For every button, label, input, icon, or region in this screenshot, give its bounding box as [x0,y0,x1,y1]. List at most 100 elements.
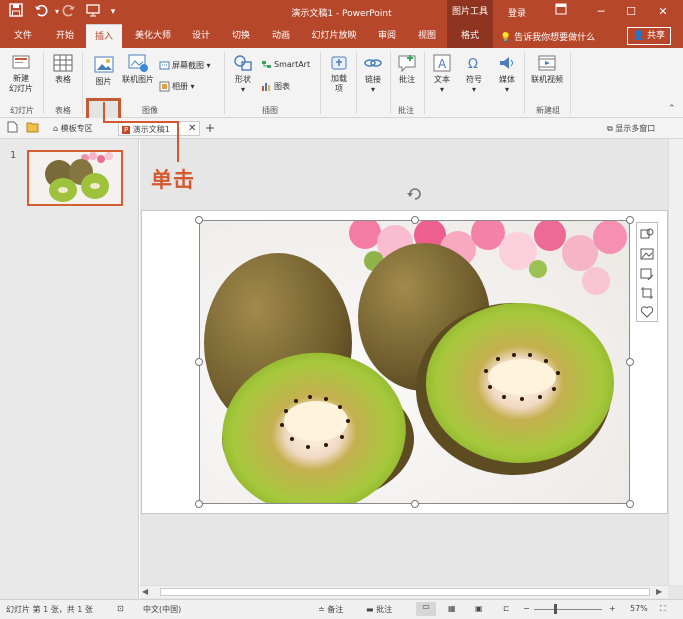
notes-icon: ≐ [318,605,325,614]
table-button[interactable]: 表格 [47,52,79,85]
normal-view-icon[interactable]: ▭ [416,602,436,616]
horizontal-scroll-thumb[interactable] [160,588,650,596]
zoom-level[interactable]: 57% [630,604,648,613]
maximize-icon[interactable]: ☐ [616,0,646,24]
picture-label: 图片 [95,77,112,86]
minimize-icon[interactable]: ─ [586,0,616,24]
media-button[interactable]: 媒体 ▾ [493,52,521,94]
group-divider [320,52,321,114]
group-divider [43,52,44,114]
resize-handle-bottom-right[interactable] [626,500,634,508]
zoom-out-icon[interactable]: − [523,604,530,613]
save-icon[interactable] [7,3,25,21]
resize-handle-left[interactable] [195,358,203,366]
online-video-label: 联机视频 [531,75,563,84]
shapes-button[interactable]: 形状 ▾ [228,52,258,94]
fit-slide-icon[interactable]: ⛶ [660,604,666,614]
heart-icon[interactable] [640,305,654,319]
link-icon [364,59,382,67]
lightbulb-icon: 💡 [500,33,512,43]
screenshot-button[interactable]: 屏幕截图 ▾ [159,59,211,73]
picture-edit-icon[interactable] [640,267,654,281]
vertical-scrollbar[interactable] [668,139,683,585]
layout-options-icon[interactable] [640,227,654,241]
group-label-tables: 表格 [55,106,71,115]
link-button[interactable]: 链接 ▾ [358,52,388,94]
ribbon-display-icon[interactable] [546,0,576,24]
ribbon-tabs: 文件 开始 插入 美化大师 设计 切换 动画 幻灯片放映 审阅 视图 格式 💡 … [0,24,683,48]
group-divider [524,52,525,114]
tab-file[interactable]: 文件 [8,24,38,48]
tab-format[interactable]: 格式 [447,24,493,48]
resize-handle-top-right[interactable] [626,216,634,224]
redo-icon[interactable] [60,3,78,21]
scroll-right-icon[interactable]: ▶ [656,587,662,596]
zoom-slider-thumb[interactable] [554,604,557,614]
group-divider [356,52,357,114]
comment-button[interactable]: 批注 [392,52,422,85]
open-folder-icon[interactable] [26,121,39,136]
multi-window-button[interactable]: ⧉ 显示多窗口 [607,121,655,136]
resize-handle-bottom-left[interactable] [195,500,203,508]
login-link[interactable]: 登录 [508,6,526,19]
picture-button[interactable]: 图片 [89,54,118,87]
template-tab[interactable]: ⌂ 模板专区 [53,121,93,136]
scroll-left-icon[interactable]: ◀ [142,587,148,596]
comments-button[interactable]: ▬ 批注 [366,604,392,615]
speaker-icon [500,57,513,69]
new-slide-button[interactable]: 新建 幻灯片 [4,52,38,94]
reading-view-icon[interactable]: ▣ [475,604,483,613]
tab-design[interactable]: 设计 [186,24,216,48]
notes-button[interactable]: ≐ 备注 [318,604,343,615]
tab-transitions[interactable]: 切换 [226,24,256,48]
rotate-handle-icon[interactable] [406,185,424,203]
resize-handle-top-left[interactable] [195,216,203,224]
album-button[interactable]: 相册 ▾ [159,80,195,94]
smartart-button[interactable]: SmartArt [261,58,310,72]
spellcheck-icon[interactable]: ⊡ [117,604,124,613]
tab-insert[interactable]: 插入 [86,24,122,48]
language-indicator[interactable]: 中文(中国) [143,604,181,615]
present-icon[interactable] [84,3,102,21]
addins-button[interactable]: 加载 项 [324,52,354,94]
status-bar: 幻灯片 第 1 张，共 1 张 ⊡ 中文(中国) ≐ 备注 ▬ 批注 ▭ ▦ ▣… [0,599,683,619]
slide-info: 幻灯片 第 1 张，共 1 张 [6,605,93,614]
shapes-label: 形状 [235,75,251,84]
share-button[interactable]: 👤 共享 [627,27,671,45]
slide-sorter-icon[interactable]: ▦ [448,604,456,613]
picture-styles-icon[interactable] [640,247,654,261]
chart-icon [262,83,270,91]
home-icon: ⌂ [53,124,59,133]
tab-home[interactable]: 开始 [48,24,82,48]
tab-beautify[interactable]: 美化大师 [130,24,176,48]
symbol-button[interactable]: Ω 符号 ▾ [460,52,488,94]
tab-view[interactable]: 视图 [410,24,444,48]
addins-label: 加载 项 [331,74,347,93]
album-label: 相册 [172,82,188,91]
tab-animations[interactable]: 动画 [266,24,296,48]
collapse-ribbon-icon[interactable]: ⌃ [668,104,676,114]
crop-icon[interactable] [640,286,654,300]
resize-handle-right[interactable] [626,358,634,366]
film-icon [538,55,556,71]
tell-me-box[interactable]: 💡 告诉我你想要做什么 [500,30,595,43]
new-file-icon[interactable] [7,121,18,136]
horizontal-scrollbar[interactable]: ◀ ▶ [140,585,668,598]
resize-handle-bottom[interactable] [411,500,419,508]
tab-slideshow[interactable]: 幻灯片放映 [306,24,362,48]
online-video-button[interactable]: 联机视频 [526,52,568,85]
tab-review[interactable]: 审阅 [370,24,404,48]
zoom-in-icon[interactable]: + [609,604,616,613]
customize-icon[interactable]: ▾ [104,3,122,21]
addins-icon [331,56,347,70]
resize-handle-top[interactable] [411,216,419,224]
new-tab-icon[interactable]: + [205,121,215,136]
zoom-slider[interactable] [534,609,602,610]
online-picture-button[interactable]: 联机图片 [120,52,156,85]
slideshow-icon[interactable]: ⊏ [503,604,510,613]
text-button[interactable]: A 文本 ▾ [428,52,456,94]
new-slide-label: 新建 幻灯片 [9,74,33,93]
media-dropdown-icon: ▾ [504,85,509,94]
close-icon[interactable]: ✕ [648,0,678,24]
chart-button[interactable]: 图表 [261,80,290,94]
